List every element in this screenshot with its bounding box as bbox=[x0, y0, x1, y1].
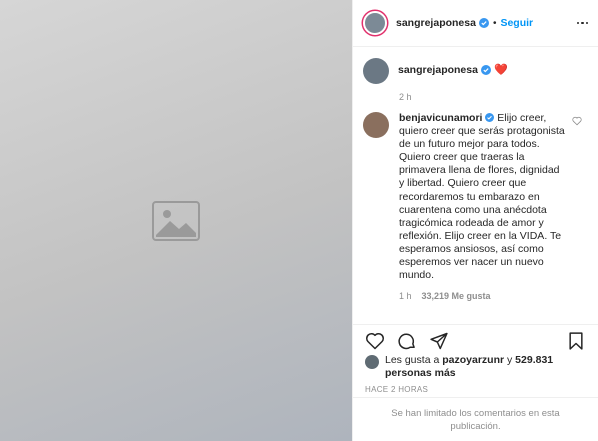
post-sidebar: sangrejaponesa • Seguir sangrejaponesa ❤… bbox=[352, 0, 598, 441]
likes-conjunction: y bbox=[507, 354, 513, 366]
comment-text: Elijo creer, quiero creer que serás prot… bbox=[399, 112, 565, 282]
comment-avatar[interactable] bbox=[363, 112, 389, 138]
comment-icon[interactable] bbox=[397, 331, 417, 351]
separator-dot: • bbox=[492, 17, 497, 29]
author-avatar[interactable] bbox=[363, 11, 387, 35]
caption-avatar[interactable] bbox=[363, 58, 389, 84]
verified-badge-icon bbox=[485, 113, 495, 122]
likes-prefix: Les gusta a bbox=[385, 354, 440, 366]
liker-username[interactable]: pazoyarzunr bbox=[442, 354, 504, 366]
heart-icon[interactable] bbox=[365, 331, 385, 351]
comments-limited-notice: Se han limitado los comentarios en esta … bbox=[353, 397, 598, 441]
more-options-icon[interactable] bbox=[576, 21, 588, 25]
caption-username[interactable]: sangrejaponesa bbox=[398, 64, 478, 76]
verified-badge-icon bbox=[480, 65, 491, 75]
image-placeholder-icon bbox=[152, 200, 200, 241]
caption-text: ❤️ bbox=[493, 64, 508, 76]
likes-summary: Les gusta a pazoyarzunr y 529.831 person… bbox=[365, 354, 588, 380]
comment-meta: 1 h 33,219 Me gusta bbox=[399, 291, 588, 301]
post-timestamp[interactable]: HACE 2 HORAS bbox=[365, 385, 428, 394]
bookmark-icon[interactable] bbox=[566, 331, 586, 351]
comment-likes[interactable]: 33,219 Me gusta bbox=[422, 291, 491, 301]
post-image-area[interactable] bbox=[0, 0, 352, 441]
comment-time: 1 h bbox=[399, 291, 412, 302]
post-modal: sangrejaponesa • Seguir sangrejaponesa ❤… bbox=[0, 0, 598, 441]
comment-row: benjavicunamori Elijo creer, quiero cree… bbox=[363, 112, 588, 282]
post-header: sangrejaponesa • Seguir bbox=[353, 0, 598, 47]
verified-badge-icon bbox=[478, 18, 489, 28]
liker-avatar[interactable] bbox=[365, 355, 379, 369]
comment-username[interactable]: benjavicunamori bbox=[399, 112, 482, 124]
author-username[interactable]: sangrejaponesa bbox=[396, 17, 476, 29]
comment-body: benjavicunamori Elijo creer, quiero cree… bbox=[399, 112, 567, 282]
action-bar bbox=[353, 324, 598, 356]
comments-list[interactable]: sangrejaponesa ❤️ 2 h benjavicunamori El… bbox=[353, 48, 598, 318]
likes-text: Les gusta a pazoyarzunr y 529.831 person… bbox=[385, 354, 588, 380]
comment-heart-icon[interactable] bbox=[572, 116, 582, 126]
caption-row: sangrejaponesa ❤️ bbox=[363, 58, 588, 84]
caption-time: 2 h bbox=[399, 92, 412, 102]
follow-button[interactable]: Seguir bbox=[500, 17, 533, 29]
share-icon[interactable] bbox=[429, 331, 449, 351]
